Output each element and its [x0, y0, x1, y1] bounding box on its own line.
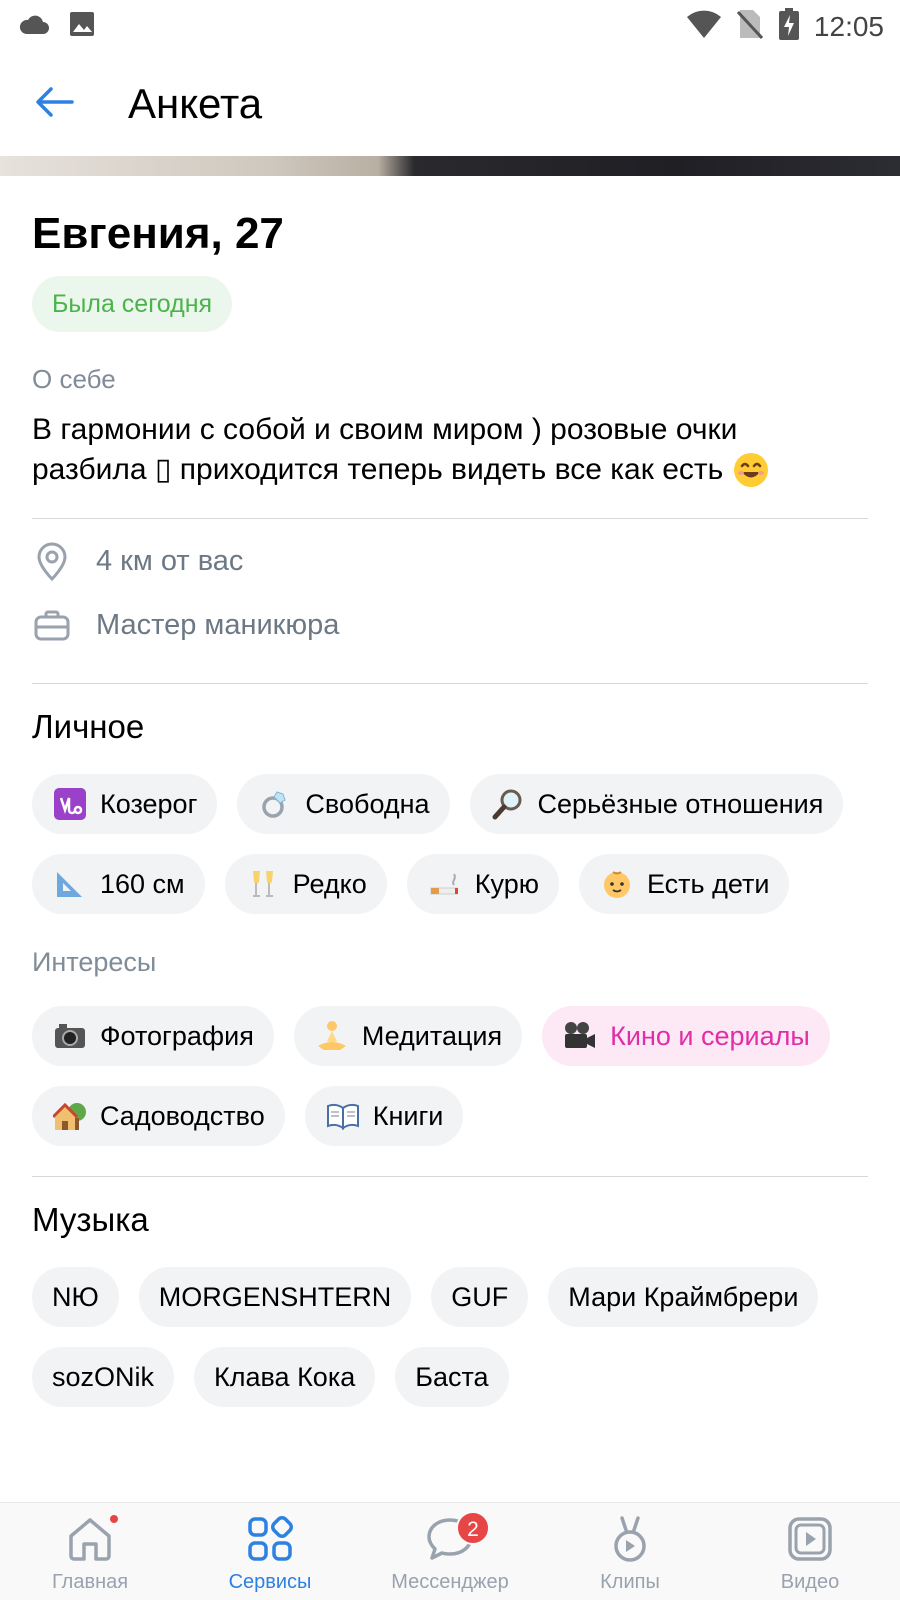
- chip-artist[interactable]: Мари Краймбрери: [548, 1267, 819, 1327]
- status-bar: 12:05: [0, 0, 900, 52]
- chip-label: Медитация: [361, 1020, 503, 1051]
- chip-height[interactable]: 160 см: [32, 854, 205, 914]
- image-icon: [68, 10, 96, 43]
- champagne-emoji: [245, 866, 281, 902]
- back-button[interactable]: [24, 74, 84, 134]
- distance-text: 4 км от вас: [96, 544, 244, 577]
- personal-section-title: Личное: [32, 708, 145, 745]
- smiling-face-emoji: [733, 452, 769, 488]
- chip-label: Садоводство: [100, 1100, 265, 1131]
- chip-zodiac[interactable]: Козерог: [32, 774, 218, 834]
- location-pin-icon: [32, 541, 72, 581]
- ring-emoji: [257, 786, 293, 822]
- chip-interest-photography[interactable]: Фотография: [32, 1006, 274, 1066]
- chip-looking-for[interactable]: Серьёзные отношения: [469, 774, 844, 834]
- chip-artist[interactable]: NЮ: [32, 1267, 119, 1327]
- battery-charging-icon: [778, 8, 800, 45]
- cloud-icon: [18, 12, 50, 41]
- chip-label: Курю: [474, 868, 539, 899]
- tab-label: Главная: [51, 1571, 129, 1593]
- chip-children[interactable]: Есть дети: [578, 854, 790, 914]
- divider: [32, 1176, 868, 1177]
- clock: 12:05: [813, 10, 884, 42]
- chip-artist[interactable]: Клава Кока: [194, 1347, 376, 1407]
- chip-interest-meditation[interactable]: Медитация: [293, 1006, 523, 1066]
- online-status-badge: Была сегодня: [32, 276, 233, 332]
- chip-label: Кино и сериалы: [610, 1020, 810, 1051]
- interests-chips: Фотография Медитация Кино и сериалы Садо…: [32, 1006, 868, 1146]
- chip-label: Свободна: [305, 788, 430, 819]
- tab-label: Мессенджер: [391, 1571, 509, 1593]
- tab-home[interactable]: Главная: [0, 1503, 180, 1600]
- tab-video[interactable]: Видео: [720, 1503, 900, 1600]
- chip-label: Козерог: [100, 788, 198, 819]
- chip-interest-movies[interactable]: Кино и сериалы: [542, 1006, 830, 1066]
- occupation-row: Мастер маникюра: [32, 593, 868, 657]
- about-text-line: разбила ▯ приходится теперь видеть все к…: [32, 453, 724, 486]
- chip-artist[interactable]: Баста: [395, 1347, 509, 1407]
- distance-row: 4 км от вас: [32, 529, 868, 593]
- chip-label: Книги: [372, 1100, 444, 1131]
- capricorn-emoji: [52, 786, 88, 822]
- tab-clips[interactable]: Клипы: [540, 1503, 720, 1600]
- tab-services[interactable]: Сервисы: [180, 1503, 360, 1600]
- tab-label: Видео: [780, 1571, 840, 1593]
- chip-alcohol[interactable]: Редко: [224, 854, 387, 914]
- chip-label: Редко: [292, 868, 367, 899]
- triangle-ruler-emoji: [52, 866, 88, 902]
- bottom-tab-bar: Главная Сервисы Мессенджер 2 Клипы Видео: [0, 1502, 900, 1600]
- profile-content[interactable]: Евгения, 27 Была сегодня О себе В гармон…: [0, 176, 900, 1502]
- notification-dot: [108, 1513, 120, 1525]
- video-play-icon: [784, 1513, 836, 1565]
- music-chips: NЮ MORGENSHTERN GUF Мари Краймбрери sozO…: [32, 1267, 868, 1407]
- chip-artist[interactable]: GUF: [431, 1267, 529, 1327]
- baby-emoji: [599, 866, 635, 902]
- unread-badge: 2: [456, 1511, 490, 1545]
- wifi-icon: [686, 9, 722, 44]
- briefcase-icon: [32, 605, 72, 645]
- services-grid-icon: [244, 1513, 296, 1565]
- divider: [32, 518, 868, 519]
- profile-photo[interactable]: [0, 156, 900, 176]
- chip-label: Фотография: [100, 1020, 254, 1051]
- magnifier-emoji: [490, 786, 526, 822]
- tab-label: Сервисы: [228, 1571, 312, 1593]
- chip-artist[interactable]: MORGENSHTERN: [138, 1267, 412, 1327]
- no-sim-icon: [736, 8, 764, 45]
- page-title: Анкета: [128, 80, 263, 127]
- chip-label: Серьёзные отношения: [537, 788, 824, 819]
- chip-relationship-status[interactable]: Свободна: [237, 774, 450, 834]
- chip-smoking[interactable]: Курю: [406, 854, 559, 914]
- movie-camera-emoji: [562, 1018, 598, 1054]
- app-bar: Анкета: [0, 52, 900, 156]
- occupation-text: Мастер маникюра: [96, 608, 340, 641]
- garden-house-emoji: [52, 1098, 88, 1134]
- arrow-left-icon: [34, 86, 74, 123]
- tab-messenger[interactable]: Мессенджер 2: [360, 1503, 540, 1600]
- personal-chips: Козерог Свободна Серьёзные отношения 160…: [32, 774, 868, 914]
- tab-label: Клипы: [600, 1571, 660, 1593]
- profile-name: Евгения, 27: [32, 209, 284, 258]
- clips-icon: [604, 1513, 656, 1565]
- meditation-emoji: [314, 1018, 350, 1054]
- open-book-emoji: [325, 1098, 361, 1134]
- chip-label: 160 см: [100, 868, 185, 899]
- chip-artist[interactable]: sozONik: [32, 1347, 175, 1407]
- about-label: О себе: [32, 364, 116, 394]
- interests-label: Интересы: [32, 947, 157, 977]
- info-list: 4 км от вас Мастер маникюра: [32, 529, 868, 657]
- cigarette-emoji: [427, 866, 463, 902]
- about-text-line: В гармонии с собой и своим миром ) розов…: [32, 413, 738, 446]
- about-text: В гармонии с собой и своим миром ) розов…: [32, 410, 868, 490]
- chip-interest-gardening[interactable]: Садоводство: [32, 1086, 285, 1146]
- chip-interest-books[interactable]: Книги: [304, 1086, 464, 1146]
- chip-label: Есть дети: [646, 868, 770, 899]
- music-section-title: Музыка: [32, 1201, 149, 1238]
- divider: [32, 683, 868, 684]
- camera-emoji: [52, 1018, 88, 1054]
